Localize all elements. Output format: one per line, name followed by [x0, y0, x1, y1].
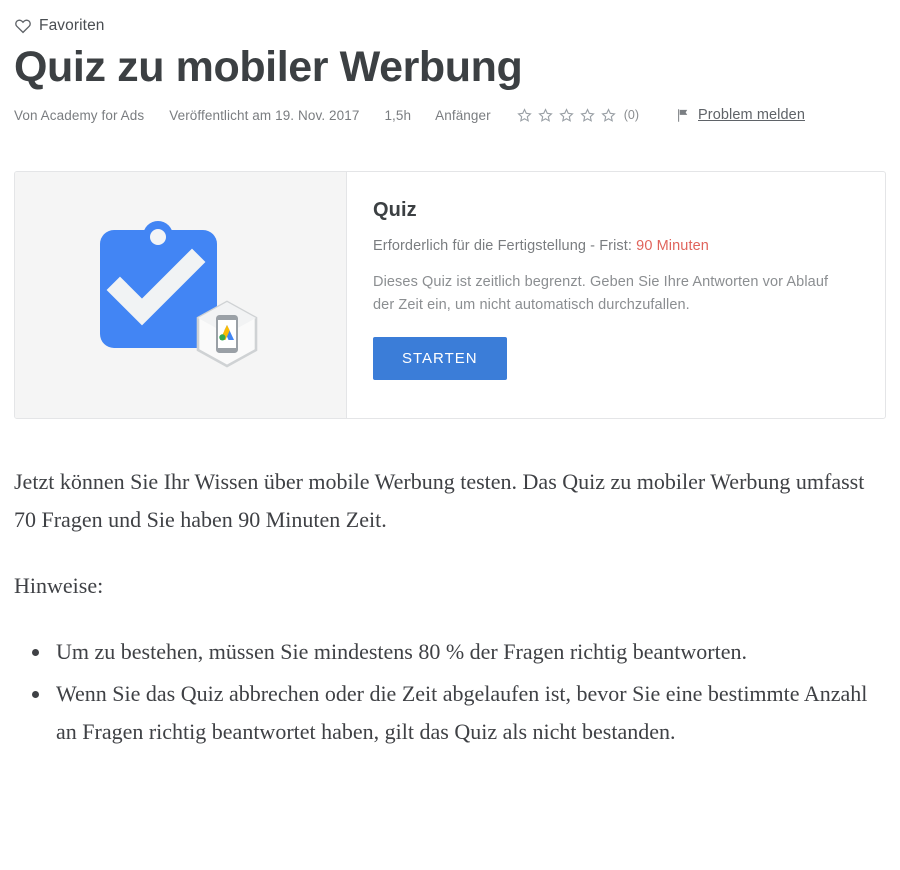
list-item: Wenn Sie das Quiz abbrechen oder die Zei… — [52, 675, 886, 751]
course-content: Jetzt können Sie Ihr Wissen über mobile … — [14, 463, 886, 750]
notes-heading: Hinweise: — [14, 573, 104, 599]
quiz-card: Quiz Erforderlich für die Fertigstellung… — [14, 171, 886, 420]
start-quiz-button[interactable]: STARTEN — [373, 337, 507, 381]
quiz-deadline-prefix: Erforderlich für die Fertigstellung - Fr… — [373, 238, 637, 255]
quiz-card-body: Quiz Erforderlich für die Fertigstellung… — [347, 172, 885, 418]
report-problem-label: Problem melden — [698, 107, 805, 124]
quiz-card-title: Quiz — [373, 199, 417, 222]
notes-list: Um zu bestehen, müssen Sie mindestens 80… — [14, 633, 886, 750]
quiz-deadline-value: 90 Minuten — [636, 238, 709, 255]
star-icon[interactable] — [600, 107, 617, 124]
quiz-clipboard-check-icon — [99, 221, 257, 368]
meta-published: Veröffentlicht am 19. Nov. 2017 — [169, 107, 360, 123]
flag-icon — [678, 109, 688, 122]
list-item: Um zu bestehen, müssen Sie mindestens 80… — [52, 633, 886, 671]
quiz-illustration-panel — [15, 172, 347, 419]
favorites-button[interactable]: Favoriten — [14, 0, 886, 38]
rating-count: (0) — [623, 108, 640, 123]
report-problem-link[interactable]: Problem melden — [675, 107, 805, 123]
course-page: Favoriten Quiz zu mobiler Werbung Von Ac… — [0, 0, 900, 870]
rating-stars[interactable] — [516, 107, 617, 124]
favorites-label: Favoriten — [39, 17, 105, 34]
star-icon[interactable] — [537, 107, 554, 124]
quiz-description: Dieses Quiz ist zeitlich begrenzt. Geben… — [373, 274, 829, 313]
quiz-deadline: Erforderlich für die Fertigstellung - Fr… — [373, 238, 859, 254]
page-title: Quiz zu mobiler Werbung — [14, 43, 523, 91]
star-icon[interactable] — [558, 107, 575, 124]
star-icon[interactable] — [516, 107, 533, 124]
intro-paragraph: Jetzt können Sie Ihr Wissen über mobile … — [14, 469, 865, 533]
heart-icon — [14, 17, 32, 35]
course-meta: Von Academy for Ads Veröffentlicht am 19… — [14, 104, 886, 126]
meta-level: Anfänger — [435, 107, 491, 123]
star-icon[interactable] — [579, 107, 596, 124]
meta-duration: 1,5h — [384, 107, 412, 123]
meta-author: Von Academy for Ads — [14, 107, 145, 123]
